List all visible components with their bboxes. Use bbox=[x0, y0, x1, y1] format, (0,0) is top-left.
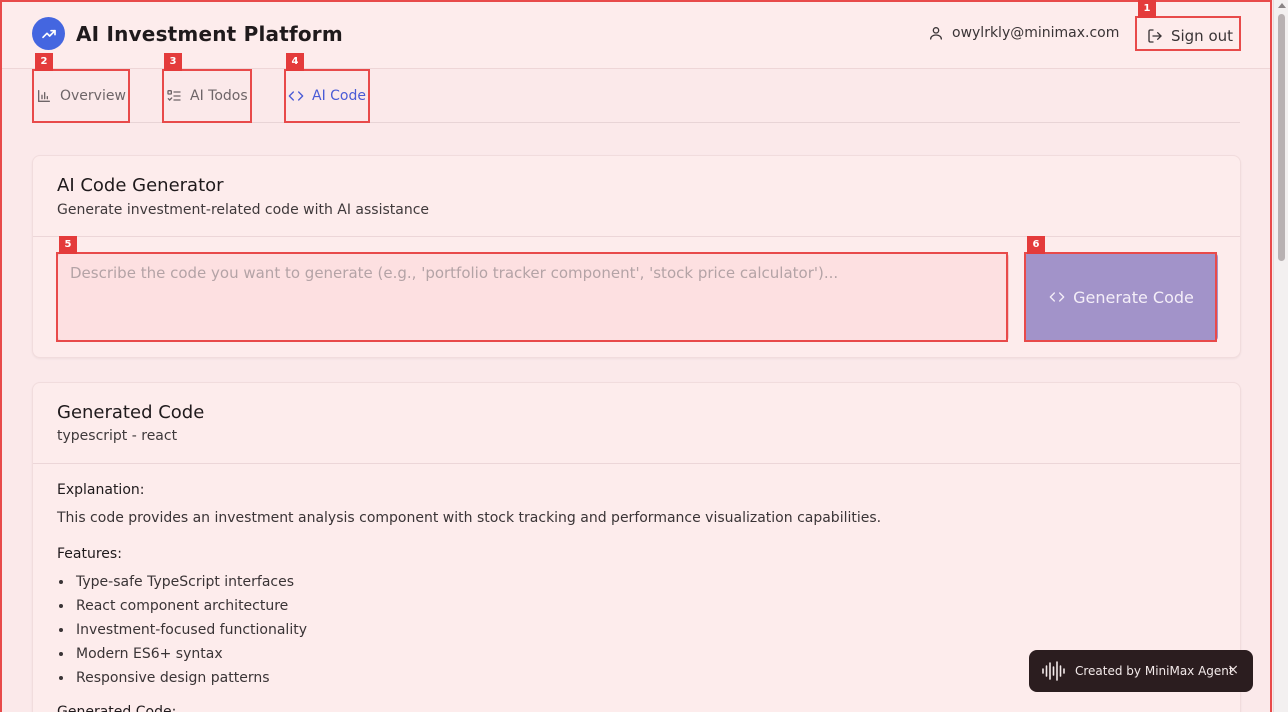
generated-code-label: Generated Code: bbox=[57, 704, 177, 712]
generator-title: AI Code Generator bbox=[57, 175, 224, 196]
scrollbar-thumb[interactable] bbox=[1278, 14, 1285, 261]
code-icon bbox=[1049, 292, 1065, 302]
tab-ai-code-label: AI Code bbox=[312, 88, 366, 104]
list-item: Type-safe TypeScript interfaces bbox=[57, 572, 307, 596]
marker-label: 2 bbox=[35, 53, 53, 71]
trending-up-icon bbox=[32, 17, 65, 50]
list-checks-icon bbox=[167, 90, 181, 101]
log-out-icon bbox=[1148, 28, 1162, 43]
marker-label: 6 bbox=[1027, 236, 1045, 254]
generator-subtitle: Generate investment-related code with AI… bbox=[57, 202, 430, 218]
tab-overview[interactable]: Overview bbox=[32, 69, 126, 123]
bar-chart-icon bbox=[38, 90, 50, 102]
tab-bar: Overview AI Todos AI Code bbox=[32, 69, 1240, 123]
divider bbox=[33, 463, 1240, 464]
code-icon bbox=[288, 91, 304, 101]
user-info: owylrkly@minimax.com bbox=[928, 25, 1119, 41]
code-prompt-input[interactable] bbox=[57, 253, 1009, 341]
tab-ai-todos-label: AI Todos bbox=[190, 88, 248, 104]
app-header: AI Investment Platform owylrkly@minimax.… bbox=[2, 2, 1272, 69]
features-list: Type-safe TypeScript interfaces React co… bbox=[57, 572, 307, 692]
divider bbox=[33, 236, 1240, 237]
user-email: owylrkly@minimax.com bbox=[952, 25, 1120, 41]
sign-out-label: Sign out bbox=[1170, 26, 1234, 45]
marker-label: 3 bbox=[164, 53, 182, 71]
features-label: Features: bbox=[57, 546, 122, 562]
code-generator-card: AI Code Generator Generate investment-re… bbox=[32, 155, 1241, 358]
scroll-up-arrow-icon[interactable] bbox=[1278, 3, 1286, 8]
list-item: React component architecture bbox=[57, 596, 307, 620]
scrollbar[interactable] bbox=[1273, 0, 1288, 712]
waveform-icon bbox=[1042, 661, 1065, 681]
generate-code-button[interactable]: Generate Code bbox=[1025, 253, 1218, 341]
list-item: Responsive design patterns bbox=[57, 668, 307, 692]
tab-ai-code[interactable]: AI Code bbox=[284, 69, 366, 123]
output-title: Generated Code bbox=[57, 402, 205, 423]
marker-label: 1 bbox=[1138, 0, 1156, 18]
sign-out-button[interactable]: Sign out bbox=[1137, 18, 1243, 53]
tab-ai-todos[interactable]: AI Todos bbox=[162, 69, 248, 123]
explanation-text: This code provides an investment analysi… bbox=[57, 510, 882, 526]
marker-label: 5 bbox=[59, 236, 77, 254]
badge-text: Created by MiniMax Agent bbox=[1075, 664, 1234, 678]
output-subtitle: typescript - react bbox=[57, 428, 178, 444]
explanation-label: Explanation: bbox=[57, 482, 145, 498]
list-item: Modern ES6+ syntax bbox=[57, 644, 307, 668]
tab-overview-label: Overview bbox=[60, 88, 126, 104]
list-item: Investment-focused functionality bbox=[57, 620, 307, 644]
user-icon bbox=[930, 27, 942, 40]
generate-code-label: Generate Code bbox=[1073, 287, 1194, 307]
app-title: AI Investment Platform bbox=[76, 22, 343, 46]
minimax-agent-badge: Created by MiniMax Agent × bbox=[1029, 650, 1253, 692]
close-icon[interactable]: × bbox=[1227, 662, 1239, 678]
marker-label: 4 bbox=[286, 53, 304, 71]
